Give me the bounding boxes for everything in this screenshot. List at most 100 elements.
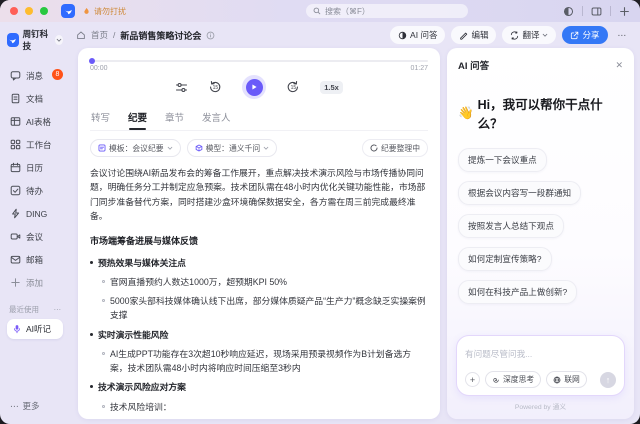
breadcrumb: 首页 / 新品销售策略讨论会 bbox=[76, 29, 215, 42]
workspace-logo bbox=[7, 33, 19, 47]
progress-knob[interactable] bbox=[89, 58, 95, 64]
dnd-flame-icon bbox=[82, 7, 91, 16]
web-search-toggle[interactable]: 联网 bbox=[546, 371, 587, 388]
bullet-text: 官网直播预约人数达1000万，超预期KPI 50% bbox=[110, 275, 287, 289]
tab-minutes[interactable]: 纪要 bbox=[127, 106, 148, 130]
chat-icon bbox=[10, 70, 21, 81]
more-actions-button[interactable]: ⋯ bbox=[614, 26, 631, 44]
tab-transcript[interactable]: 转写 bbox=[90, 106, 111, 130]
ask-input-area: + 深度思考 联网 ↑ Powered by 通义 bbox=[456, 335, 625, 411]
do-not-disturb-indicator[interactable]: 请勿打扰 bbox=[82, 6, 126, 17]
play-icon bbox=[250, 83, 258, 91]
tab-speakers[interactable]: 发言人 bbox=[201, 106, 232, 130]
minutes-scroll-area[interactable]: 会议讨论围绕AI新品发布会的筹备工作展开，重点解决技术演示风险与市场传播协同问题… bbox=[90, 166, 428, 419]
more-label: 更多 bbox=[23, 400, 40, 412]
model-icon bbox=[195, 144, 203, 152]
elapsed-time: 00:00 bbox=[90, 65, 108, 72]
bullet-item: 技术风险培训： bbox=[102, 400, 426, 414]
close-window-button[interactable] bbox=[10, 7, 18, 15]
play-button[interactable] bbox=[242, 75, 266, 99]
send-button[interactable]: ↑ bbox=[600, 372, 616, 388]
new-window-plus-icon[interactable] bbox=[619, 6, 630, 17]
recent-more-icon[interactable]: ⋯ bbox=[54, 305, 62, 314]
theme-toggle-icon[interactable] bbox=[563, 6, 574, 17]
sidebar-item-meeting[interactable]: 会议 bbox=[7, 225, 63, 248]
video-camera-icon bbox=[10, 231, 21, 242]
attach-plus-button[interactable]: + bbox=[465, 372, 480, 387]
sidebar-item-mail[interactable]: 邮箱 bbox=[7, 248, 63, 271]
audio-progress-bar[interactable] bbox=[90, 60, 428, 62]
workspace-switcher[interactable]: 周钉科技 bbox=[7, 28, 63, 52]
sidebar-more-button[interactable]: ⋯ 更多 bbox=[10, 400, 40, 412]
breadcrumb-separator: / bbox=[113, 30, 115, 40]
more-dots-icon: ⋯ bbox=[10, 401, 19, 412]
forward-15-icon[interactable]: 15 bbox=[286, 80, 300, 94]
ai-greeting: 👋 Hi，我可以帮你干点什么？ bbox=[458, 94, 623, 132]
model-select[interactable]: 模型：通义千问 bbox=[187, 139, 278, 157]
sidebar-item-label: AI表格 bbox=[26, 116, 51, 128]
sidebar-item-add[interactable]: 添加 bbox=[7, 271, 63, 294]
more-dots-icon: ⋯ bbox=[618, 30, 627, 41]
bullet-marker bbox=[102, 299, 105, 302]
chevron-down-icon[interactable] bbox=[55, 35, 63, 45]
edit-button[interactable]: 编辑 bbox=[451, 26, 496, 44]
suggestion-chip[interactable]: 提炼一下会议重点 bbox=[458, 148, 547, 172]
panel-layout-icon[interactable] bbox=[591, 6, 602, 17]
sidebar-item-todo[interactable]: 待办 bbox=[7, 179, 63, 202]
bullet-marker bbox=[90, 261, 93, 264]
suggestion-chips: 提炼一下会议重点 根据会议内容写一段群通知 按照发言人总结下观点 如何定制宣传策… bbox=[458, 148, 623, 304]
ask-input[interactable] bbox=[465, 349, 616, 359]
bullet-item: AI生成PPT功能存在3次超10秒响应延迟，现场采用预录视频作为B计划备选方案，… bbox=[102, 347, 426, 376]
bullet-marker bbox=[102, 280, 105, 283]
bullet-marker bbox=[90, 385, 93, 388]
info-icon[interactable] bbox=[206, 31, 215, 40]
meeting-minutes-card: 00:00 01:27 15 15 1.5x 转写 纪要 章节 发言人 模板：会… bbox=[78, 48, 440, 419]
sidebar-item-workbench[interactable]: 工作台 bbox=[7, 133, 63, 156]
ai-qa-button[interactable]: AI 问答 bbox=[390, 26, 445, 44]
playback-speed-button[interactable]: 1.5x bbox=[320, 81, 343, 94]
template-icon bbox=[98, 144, 106, 152]
sidebar-item-label: 工作台 bbox=[26, 139, 52, 151]
translate-button[interactable]: 翻译 bbox=[502, 26, 556, 44]
sidebar-item-ai-table[interactable]: AI表格 bbox=[7, 110, 63, 133]
sidebar-item-label: 日历 bbox=[26, 162, 43, 174]
powered-by-label: Powered by 通义 bbox=[456, 401, 625, 411]
content-header: 首页 / 新品销售策略讨论会 AI 问答 编辑 翻译 分享 bbox=[72, 22, 634, 48]
global-search-input[interactable]: 搜索（⌘F） bbox=[306, 4, 468, 18]
close-icon[interactable]: ✕ bbox=[615, 60, 623, 71]
bullet-text: AI生成PPT功能存在3次超10秒响应延迟，现场采用预录视频作为B计划备选方案，… bbox=[110, 347, 426, 376]
grid-icon bbox=[10, 139, 21, 150]
deep-think-toggle[interactable]: 深度思考 bbox=[485, 371, 541, 388]
sidebar-item-ding[interactable]: DING bbox=[7, 202, 63, 225]
audio-settings-icon[interactable] bbox=[175, 81, 188, 94]
chevron-down-icon bbox=[167, 145, 173, 151]
ai-panel-title: AI 问答 bbox=[458, 58, 489, 72]
search-icon bbox=[313, 7, 321, 15]
sidebar-item-docs[interactable]: 文档 bbox=[7, 87, 63, 110]
template-select[interactable]: 模板：会议纪要 bbox=[90, 139, 181, 157]
sidebar-item-label: 消息 bbox=[26, 70, 43, 82]
bullet-item: 实时演示性能风险 bbox=[90, 328, 426, 342]
chevron-down-icon bbox=[542, 32, 548, 38]
ai-orb-icon bbox=[398, 31, 407, 40]
share-button[interactable]: 分享 bbox=[562, 26, 607, 44]
bullet-text: 技术演示风险应对方案 bbox=[98, 380, 186, 394]
rewind-15-icon[interactable]: 15 bbox=[208, 80, 222, 94]
translate-label: 翻译 bbox=[522, 29, 539, 41]
suggestion-chip[interactable]: 按照发言人总结下观点 bbox=[458, 214, 564, 238]
minimize-window-button[interactable] bbox=[25, 7, 33, 15]
suggestion-chip[interactable]: 如何定制宣传策略? bbox=[458, 247, 552, 271]
wing-icon bbox=[8, 36, 17, 45]
tab-chapters[interactable]: 章节 bbox=[164, 106, 185, 130]
suggestion-chip[interactable]: 根据会议内容写一段群通知 bbox=[458, 181, 581, 205]
sidebar-item-calendar[interactable]: 日历 bbox=[7, 156, 63, 179]
suggestion-chip[interactable]: 如何在科技产品上做创新? bbox=[458, 280, 577, 304]
sidebar-item-messages[interactable]: 消息 8 bbox=[7, 64, 63, 87]
microphone-icon bbox=[12, 324, 22, 334]
sidebar-item-ai-notes[interactable]: AI听记 bbox=[7, 319, 63, 339]
breadcrumb-home[interactable]: 首页 bbox=[91, 29, 108, 41]
unread-badge: 8 bbox=[52, 69, 63, 80]
loading-spinner-icon bbox=[370, 144, 378, 152]
zoom-window-button[interactable] bbox=[40, 7, 48, 15]
home-icon[interactable] bbox=[76, 30, 86, 40]
